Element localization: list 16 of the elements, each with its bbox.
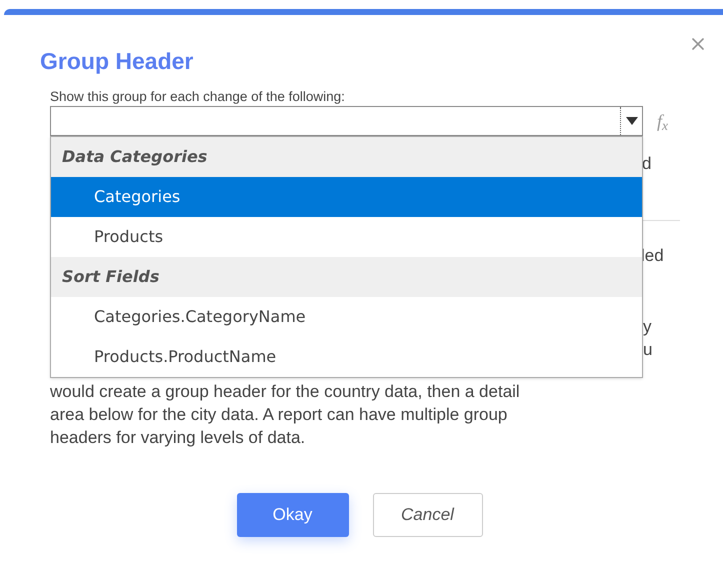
dialog-title: Group Header (40, 47, 194, 75)
background-fragment: y (643, 316, 652, 338)
cancel-button[interactable]: Cancel (372, 493, 482, 537)
description-paragraph: would create a group header for the country data, then a detail area below for the city data. A report can have multiple group headers for varying levels of data. (50, 381, 520, 449)
background-fragment: d (642, 153, 652, 175)
dropdown-option[interactable]: Categories.CategoryName (51, 297, 642, 337)
dropdown-group-header: Sort Fields (51, 257, 642, 297)
field-label: Show this group for each change of the following: (50, 88, 346, 106)
dropdown-caret-icon (626, 117, 638, 125)
background-fragment: u (643, 339, 652, 361)
dropdown-option[interactable]: Products (51, 217, 642, 257)
dropdown-group-header: Data Categories (51, 137, 642, 177)
dropdown-option[interactable]: Products.ProductName (51, 337, 642, 377)
dropdown-option[interactable]: Categories (51, 177, 642, 217)
group-combo-box[interactable] (50, 106, 643, 136)
okay-button[interactable]: Okay (236, 493, 348, 537)
